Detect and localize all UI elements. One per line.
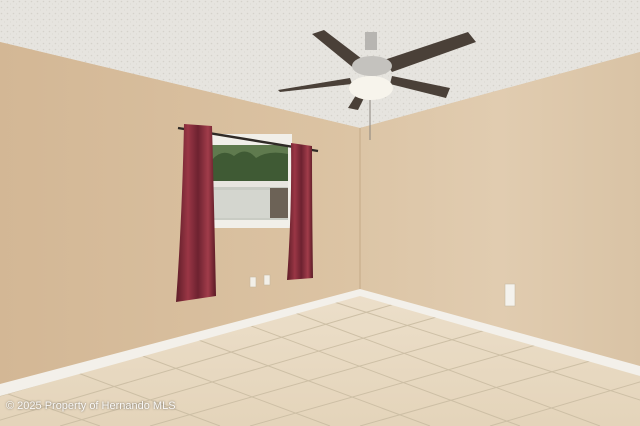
mls-watermark: © 2025 Property of Hernando MLS (6, 400, 176, 412)
room-illustration (0, 0, 640, 426)
window-icon (206, 134, 292, 228)
empty-room-photo: © 2025 Property of Hernando MLS (0, 0, 640, 426)
